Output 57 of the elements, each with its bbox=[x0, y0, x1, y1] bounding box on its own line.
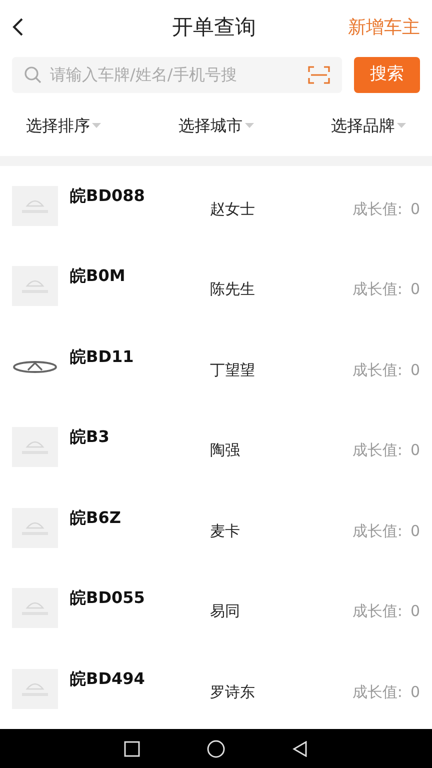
owner-row[interactable]: 皖B3 陶强 成长值: 0 bbox=[0, 407, 432, 488]
car-placeholder-icon bbox=[12, 668, 58, 709]
car-placeholder-icon bbox=[12, 186, 58, 226]
growth-value: 0 bbox=[410, 360, 420, 381]
owner-row[interactable]: 皖BD055 易同 成长值: 0 bbox=[0, 568, 432, 649]
back-icon[interactable] bbox=[12, 17, 24, 38]
owner-row[interactable]: 皖BD11 丁望望 成长值: 0 bbox=[0, 326, 432, 408]
growth-label: 成长值: bbox=[352, 601, 402, 622]
plate-number: 皖BD088 bbox=[70, 184, 146, 207]
car-emblem-icon bbox=[12, 360, 58, 374]
growth-label: 成长值: bbox=[352, 682, 402, 703]
car-placeholder-icon bbox=[12, 427, 58, 468]
filter-dropdown[interactable]: 选择品牌 bbox=[331, 114, 406, 138]
growth-label: 成长值: bbox=[352, 440, 402, 462]
search-input[interactable]: 请输入车牌/姓名/手机号搜 bbox=[50, 62, 300, 87]
back-nav-icon[interactable] bbox=[292, 740, 308, 757]
owner-name: 陈先生 bbox=[210, 279, 256, 300]
owner-name: 丁望望 bbox=[210, 360, 256, 381]
growth-label: 成长值: bbox=[352, 279, 402, 300]
owner-row[interactable]: 皖B6Z 麦卡 成长值: 0 bbox=[0, 488, 432, 568]
home-icon[interactable] bbox=[206, 740, 225, 758]
growth-label: 成长值: bbox=[352, 198, 402, 220]
owner-name: 罗诗东 bbox=[210, 682, 256, 703]
growth-value: 0 bbox=[410, 440, 420, 462]
plate-number: 皖B3 bbox=[70, 426, 110, 448]
growth-label: 成长值: bbox=[352, 520, 402, 542]
growth-value: 0 bbox=[410, 279, 420, 300]
growth-value: 0 bbox=[410, 682, 420, 703]
recent-apps-icon[interactable] bbox=[124, 740, 140, 757]
car-placeholder-icon bbox=[12, 266, 58, 306]
filter-dropdown[interactable]: 选择排序 bbox=[26, 114, 101, 138]
growth-value: 0 bbox=[410, 198, 420, 220]
page-title: 开单查询 bbox=[172, 14, 256, 41]
plate-number: 皖B0M bbox=[70, 265, 126, 288]
car-placeholder-icon bbox=[12, 588, 58, 628]
growth-value: 0 bbox=[410, 601, 420, 622]
owner-row[interactable]: 皖BD088 赵女士 成长值: 0 bbox=[0, 166, 432, 246]
caret-icon bbox=[397, 123, 406, 128]
plate-number: 皖BD11 bbox=[70, 346, 135, 368]
owner-name: 麦卡 bbox=[210, 520, 241, 542]
owner-name: 陶强 bbox=[210, 440, 241, 462]
plate-number: 皖BD494 bbox=[70, 668, 146, 690]
car-placeholder-icon bbox=[12, 508, 58, 548]
owner-row[interactable]: 皖BD494 罗诗东 成长值: 0 bbox=[0, 648, 432, 730]
search-icon bbox=[24, 66, 42, 84]
search-field[interactable]: 请输入车牌/姓名/手机号搜 bbox=[12, 56, 342, 93]
owner-name: 赵女士 bbox=[210, 198, 256, 220]
owner-name: 易同 bbox=[210, 601, 241, 622]
plate-number: 皖BD055 bbox=[70, 587, 146, 610]
caret-icon bbox=[92, 123, 101, 128]
owner-row[interactable]: 皖B0M 陈先生 成长值: 0 bbox=[0, 246, 432, 327]
scan-icon[interactable] bbox=[308, 66, 330, 84]
growth-label: 成长值: bbox=[352, 360, 402, 381]
plate-number: 皖B6Z bbox=[70, 506, 122, 529]
caret-icon bbox=[244, 123, 254, 128]
growth-value: 0 bbox=[410, 520, 420, 542]
filter-dropdown[interactable]: 选择城市 bbox=[178, 114, 254, 138]
